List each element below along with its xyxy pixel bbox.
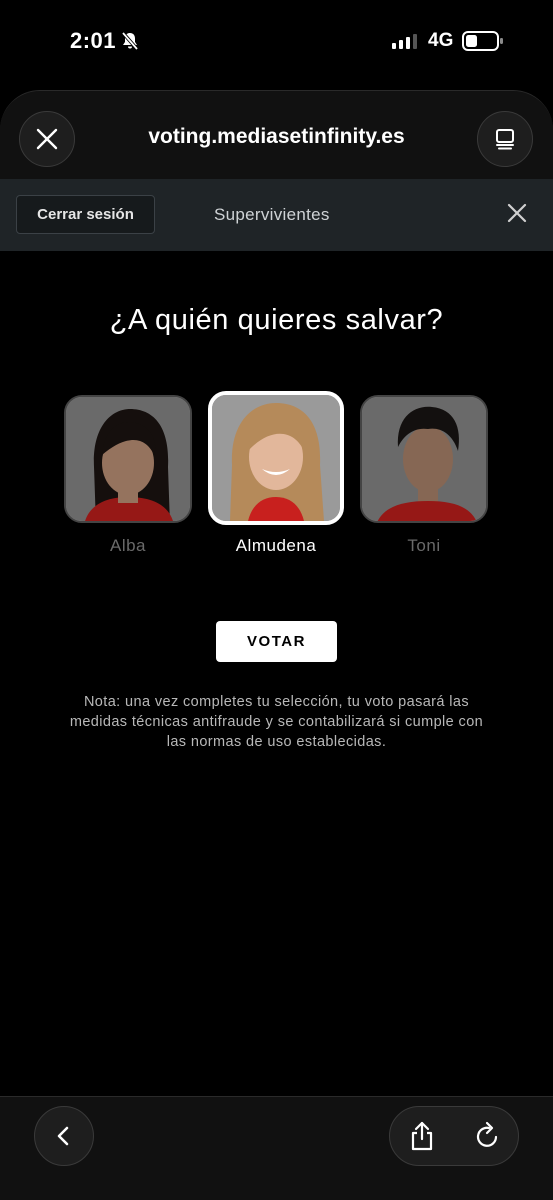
close-icon [507, 203, 527, 223]
signal-icon [392, 34, 417, 49]
status-bar: 2:01 4G [0, 0, 553, 84]
candidate-name-alba: Alba [109, 536, 147, 555]
candidate-name-almudena: Almudena [235, 536, 317, 555]
battery-icon [462, 31, 504, 56]
url-address[interactable]: voting.mediasetinfinity.es [0, 125, 553, 149]
candidate-photo-toni [360, 395, 488, 523]
back-icon [57, 1126, 69, 1146]
network-type: 4G [428, 30, 454, 51]
vote-button[interactable]: VOTAR [216, 621, 337, 662]
candidate-photo-alba [64, 395, 192, 523]
disclaimer-note: Nota: una vez completes tu selección, tu… [69, 694, 484, 750]
reload-icon[interactable] [474, 1121, 502, 1156]
logout-button[interactable]: Cerrar sesión [16, 195, 155, 234]
show-title: Supervivientes [214, 205, 330, 224]
candidate-toni[interactable]: Toni [360, 395, 488, 555]
site-nav: Cerrar sesión Supervivientes [0, 179, 553, 251]
bell-slash-icon [120, 31, 140, 56]
page-title: ¿A quién quieres salvar? [109, 304, 444, 336]
browser-bottom-bar [0, 1096, 553, 1200]
tabs-button[interactable] [477, 111, 533, 167]
back-button[interactable] [34, 1106, 94, 1166]
candidate-name-toni: Toni [407, 536, 441, 555]
candidate-photo-almudena [208, 391, 344, 525]
status-time: 2:01 [70, 28, 117, 53]
browser-top-bar: voting.mediasetinfinity.es [0, 90, 553, 180]
candidate-almudena[interactable]: Almudena [208, 391, 344, 555]
tabs-icon [496, 129, 514, 150]
share-icon[interactable] [408, 1121, 436, 1156]
browser-actions [389, 1106, 519, 1166]
close-voting-button[interactable] [505, 201, 529, 230]
candidate-alba[interactable]: Alba [64, 395, 192, 555]
